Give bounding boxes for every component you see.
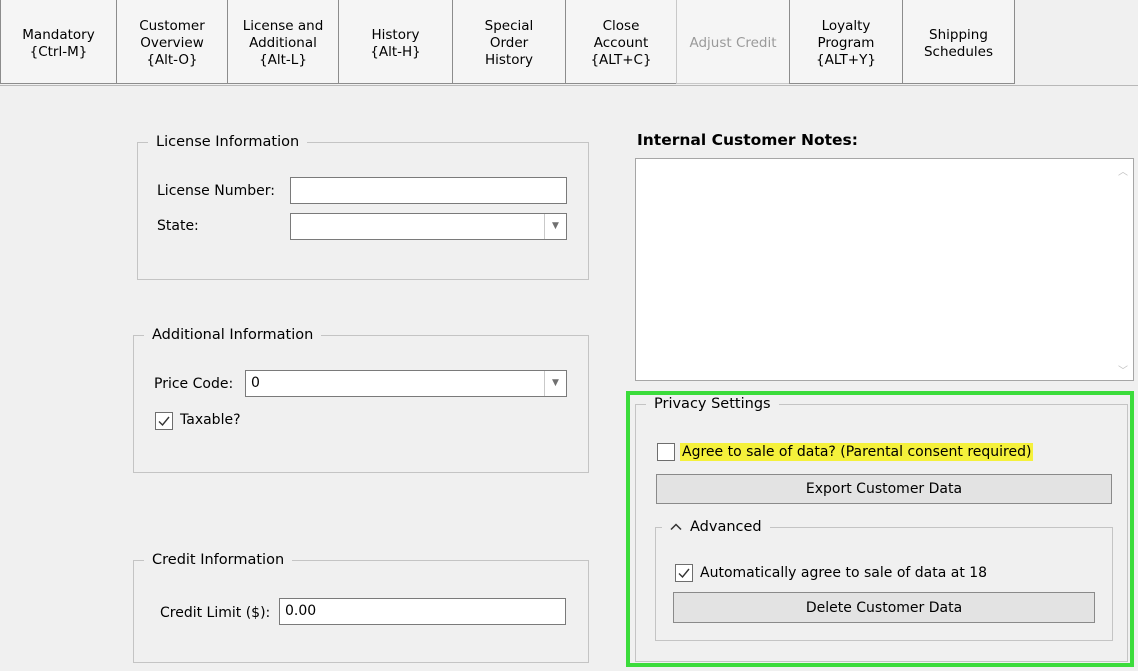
chevron-up-icon[interactable] (670, 518, 682, 536)
price-code-value: 0 (251, 375, 260, 391)
tab-mandatory[interactable]: Mandatory {Ctrl-M} (0, 0, 117, 84)
additional-information-group: Additional Information (133, 326, 589, 473)
auto-agree-label: Automatically agree to sale of data at 1… (700, 565, 988, 581)
tab-shipping-schedules[interactable]: Shipping Schedules (902, 0, 1015, 84)
taxable-checkbox[interactable] (155, 412, 173, 430)
state-label: State: (157, 218, 199, 234)
tab-bar: Mandatory {Ctrl-M} Customer Overview {Al… (0, 0, 1138, 86)
tab-license-and-additional[interactable]: License and Additional {Alt-L} (227, 0, 339, 84)
auto-agree-checkbox[interactable] (675, 564, 693, 582)
license-information-legend: License Information (148, 133, 308, 151)
agree-sale-label: Agree to sale of data? (Parental consent… (680, 443, 1034, 461)
chevron-down-icon[interactable]: ▼ (544, 214, 566, 239)
tab-special-order-history[interactable]: Special Order History (452, 0, 566, 84)
credit-limit-label: Credit Limit ($): (160, 605, 271, 621)
tab-close-account[interactable]: Close Account {ALT+C} (565, 0, 677, 84)
internal-notes-title: Internal Customer Notes: (637, 131, 858, 149)
chevron-down-icon[interactable]: ▼ (544, 371, 566, 396)
agree-sale-checkbox[interactable] (657, 443, 675, 461)
internal-notes-textarea[interactable]: ︿ ﹀ (635, 158, 1134, 381)
scroll-up-icon[interactable]: ︿ (1113, 161, 1133, 179)
credit-information-legend: Credit Information (144, 551, 293, 569)
advanced-label: Advanced (690, 519, 762, 535)
export-customer-data-button[interactable]: Export Customer Data (656, 474, 1112, 504)
license-information-group: License Information (137, 133, 589, 280)
taxable-label: Taxable? (180, 412, 241, 428)
scroll-down-icon[interactable]: ﹀ (1113, 360, 1133, 378)
tab-history[interactable]: History {Alt-H} (338, 0, 453, 84)
license-number-label: License Number: (157, 183, 275, 199)
license-number-input[interactable] (290, 177, 567, 204)
credit-limit-input[interactable]: 0.00 (279, 598, 566, 625)
advanced-group: Advanced (655, 518, 1113, 641)
additional-information-legend: Additional Information (144, 326, 322, 344)
tab-customer-overview[interactable]: Customer Overview {Alt-O} (116, 0, 228, 84)
price-code-label: Price Code: (154, 376, 234, 392)
checkmark-icon (678, 568, 690, 579)
price-code-select[interactable]: 0 ▼ (245, 370, 567, 397)
privacy-settings-legend: Privacy Settings (646, 395, 779, 413)
checkmark-icon (158, 416, 170, 427)
notes-scrollbar[interactable]: ︿ ﹀ (1113, 159, 1133, 380)
state-select[interactable]: ▼ (290, 213, 567, 240)
delete-customer-data-button[interactable]: Delete Customer Data (673, 592, 1095, 623)
tab-adjust-credit: Adjust Credit (676, 0, 790, 84)
advanced-legend[interactable]: Advanced (662, 518, 770, 536)
tab-loyalty-program[interactable]: Loyalty Program {ALT+Y} (789, 0, 903, 84)
